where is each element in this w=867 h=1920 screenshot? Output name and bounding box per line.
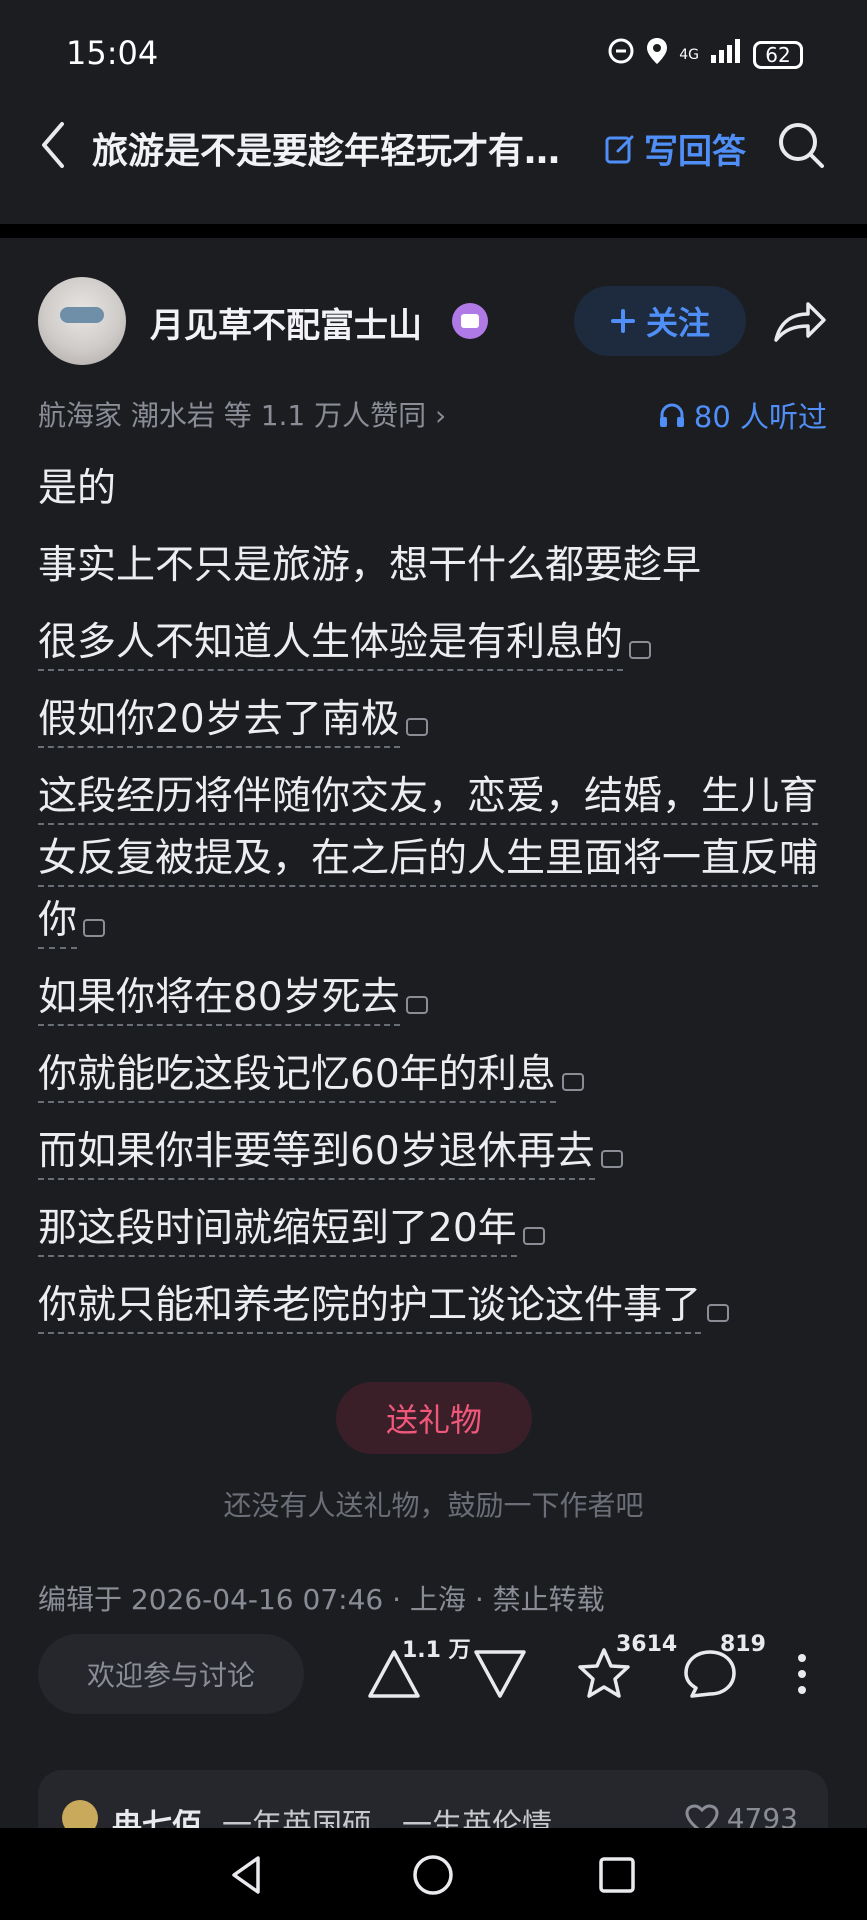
comment-bubble-icon[interactable] [405,996,428,1014]
edit-icon [605,135,634,163]
circle-home-icon [413,1855,453,1895]
hd-call-icon [607,37,635,72]
share-arrow-icon [774,302,826,342]
paragraph[interactable]: 你就能吃这段记忆60年的利息 [38,1044,838,1106]
comment-bubble-icon[interactable] [629,641,652,659]
share-button[interactable] [772,296,828,346]
upvote-count: 1.1 万 [402,1638,471,1663]
location-icon [645,36,669,73]
search-icon [779,123,824,168]
paragraph[interactable]: 那这段时间就缩短到了20年 [38,1198,838,1260]
triangle-back-icon [232,1856,260,1894]
chevron-left-icon [42,122,64,168]
headphones-icon [659,403,684,427]
edit-meta: 编辑于 2026-04-16 07:46 · 上海 · 禁止转载 [38,1583,605,1616]
paragraph[interactable]: 很多人不知道人生体验是有利息的 [38,612,838,674]
status-icons: 4G 62 [607,36,803,73]
comment-bubble-icon[interactable] [561,1073,584,1091]
battery-indicator: 62 [753,40,803,69]
system-recents-button[interactable] [592,1850,642,1900]
search-button[interactable] [776,120,826,170]
follow-button[interactable]: 关注 [574,286,746,356]
discussion-input[interactable]: 欢迎参与讨论 [38,1634,304,1714]
network-type: 4G [679,46,699,63]
comment-bubble-icon[interactable] [600,1150,623,1168]
favorite-count: 3614 [616,1632,678,1657]
plus-icon [610,309,635,333]
paragraph[interactable]: 假如你20岁去了南极 [38,689,838,751]
write-answer-button[interactable]: 写回答 [604,124,746,173]
send-gift-button[interactable]: 送礼物 [336,1382,532,1454]
paragraph: 是的 [38,466,117,511]
more-menu-button[interactable] [790,1646,814,1702]
signal-icon [709,37,743,72]
follow-label: 关注 [645,304,710,342]
more-vertical-icon [798,1654,806,1694]
paragraph[interactable]: 而如果你非要等到60岁退休再去 [38,1121,838,1183]
comment-bubble-icon[interactable] [707,1304,730,1322]
author-name[interactable]: 月见草不配富士山 [150,298,422,347]
author-avatar[interactable] [38,277,126,365]
paragraph[interactable]: 这段经历将伴随你交友，恋爱，结婚，生儿育女反复被提及，在之后的人生里面将一直反哺… [38,766,838,952]
listen-count[interactable]: 80 人听过 [658,394,827,436]
upvoters-summary[interactable]: 航海家 潮水岩 等 1.1 万人赞同 › [38,394,446,434]
write-answer-label: 写回答 [644,132,746,172]
gift-tip: 还没有人送礼物，鼓励一下作者吧 [223,1489,644,1522]
question-title[interactable]: 旅游是不是要趁年轻玩才有… [92,122,562,174]
comment-count: 819 [720,1632,766,1657]
system-home-button[interactable] [408,1850,458,1900]
triangle-down-icon [474,1650,526,1698]
paragraph[interactable]: 你就只能和养老院的护工谈论这件事了 [38,1275,838,1337]
paragraph: 事实上不只是旅游，想干什么都要趁早 [38,543,702,588]
section-divider [0,224,867,238]
system-back-button[interactable] [222,1850,272,1900]
back-button[interactable] [36,118,70,172]
square-recents-icon [599,1857,635,1893]
downvote-button[interactable] [470,1646,530,1702]
listen-count-label: 80 人听过 [693,400,827,434]
status-time: 15:04 [66,34,159,72]
answer-content: 是的 事实上不只是旅游，想干什么都要趁早 很多人不知道人生体验是有利息的 假如你… [38,458,838,1352]
comment-bubble-icon[interactable] [522,1227,545,1245]
comment-bubble-icon[interactable] [405,718,428,736]
comment-bubble-icon[interactable] [83,919,106,937]
paragraph[interactable]: 如果你将在80岁死去 [38,967,838,1029]
author-badge-icon[interactable] [452,303,488,339]
